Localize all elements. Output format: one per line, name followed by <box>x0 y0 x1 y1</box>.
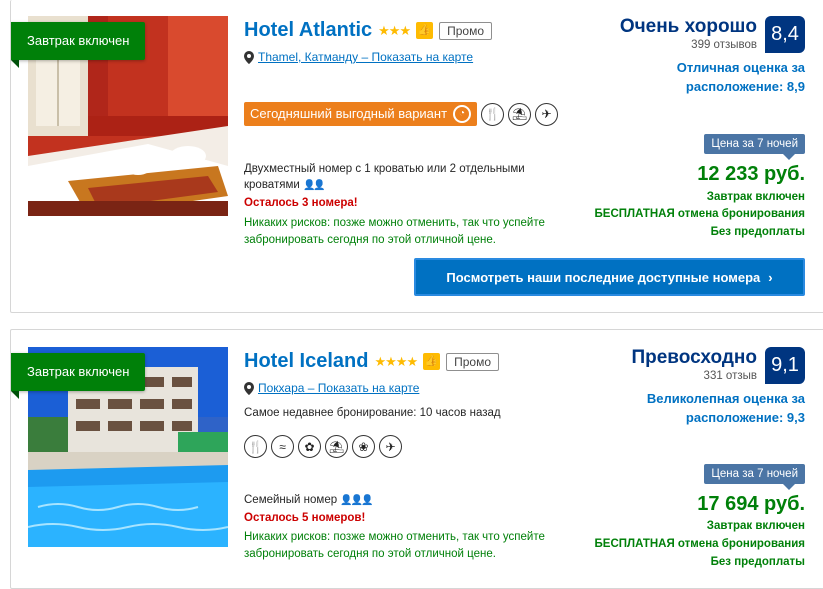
map-pin-icon <box>244 50 254 64</box>
perk-breakfast: Завтрак включен <box>706 520 805 532</box>
restaurant-icon: 🍴 <box>481 102 505 126</box>
spa-icon: ✿ <box>298 435 321 458</box>
hotel-card-iceland: Завтрак включен Hotel Iceland ★★★★ 👍 Про… <box>10 329 823 589</box>
thumbs-up-icon: 👍 <box>416 22 434 39</box>
review-score-block[interactable]: Очень хорошо 399 отзывов 8,4 <box>620 16 805 53</box>
review-count: 399 отзывов <box>691 39 757 51</box>
room-description: Двухместный номер с 1 кроватью или 2 отд… <box>244 161 564 194</box>
room-description: Семейный номер 👤👤👤 <box>244 492 564 509</box>
score-word: Очень хорошо <box>619 16 757 37</box>
room-desc-text: Двухместный номер с 1 кроватью или 2 отд… <box>244 163 525 191</box>
todays-deal-badge[interactable]: Сегодняшний выгодный вариант ◔ <box>244 102 478 126</box>
score-badge: 9,1 <box>765 347 805 384</box>
hotel-card-atlantic: Завтрак включен Hotel Atlantic ★★★ 👍 Про… <box>10 0 823 313</box>
score-text: Превосходно 331 отзыв <box>631 347 757 383</box>
no-risk-note: Никаких рисков: позже можно отменить, та… <box>244 531 545 560</box>
promo-badge[interactable]: Промо <box>446 352 500 371</box>
score-word: Превосходно <box>631 347 757 368</box>
no-risk-note: Никаких рисков: позже можно отменить, та… <box>244 217 545 246</box>
price: 12 233 руб. <box>697 163 805 185</box>
three-people-icon: 👤👤👤 <box>340 495 373 506</box>
review-count: 331 отзыв <box>703 370 757 382</box>
rooms-left: Осталось 3 номера! <box>244 197 358 209</box>
room-desc-text: Семейный номер <box>244 494 338 506</box>
price: 17 694 руб. <box>697 493 805 515</box>
shuttle-icon: ✈ <box>535 102 559 126</box>
rooms-left: Осталось 5 номеров! <box>244 512 366 524</box>
see-availability-button[interactable]: Посмотреть наши последние доступные номе… <box>414 258 805 296</box>
two-people-icon: 👤👤 <box>302 180 326 191</box>
pool-icon: ≈ <box>271 435 294 458</box>
thumbs-up-icon: 👍 <box>423 353 441 370</box>
perk-no-prepay: Без предоплаты <box>710 226 805 238</box>
cta-label: Посмотреть наши последние доступные номе… <box>446 269 761 285</box>
price-period-tag: Цена за 7 ночей <box>704 134 805 160</box>
latest-booking: Самое недавнее бронирование: 10 часов на… <box>244 407 501 419</box>
title-row: Hotel Atlantic ★★★ 👍 Промо <box>244 19 493 42</box>
star-rating: ★★★★ <box>374 353 418 369</box>
title-row: Hotel Iceland ★★★★ 👍 Промо <box>244 350 500 373</box>
show-on-map-link[interactable]: Покхара – Показать на карте <box>258 381 419 395</box>
score-text: Очень хорошо 399 отзывов <box>620 16 757 52</box>
deal-info-icon: ◔ <box>453 105 472 123</box>
garden-icon: ❀ <box>352 435 375 458</box>
deal-row: Сегодняшний выгодный вариант ◔ 🍴 ⛱ ✈ <box>244 102 559 126</box>
hotel-name-link[interactable]: Hotel Atlantic <box>244 19 372 42</box>
perk-breakfast: Завтрак включен <box>706 191 805 203</box>
hotel-name-link[interactable]: Hotel Iceland <box>244 350 368 373</box>
location-row: Thamel, Катманду – Показать на карте <box>244 50 473 64</box>
shuttle-icon: ✈ <box>379 435 402 458</box>
perk-no-prepay: Без предоплаты <box>710 556 805 568</box>
deal-badge-label: Сегодняшний выгодный вариант <box>250 106 448 121</box>
price-period-tag: Цена за 7 ночей <box>704 464 805 490</box>
breakfast-ribbon: Завтрак включен <box>11 22 146 68</box>
score-badge: 8,4 <box>765 16 805 53</box>
star-rating: ★★★ <box>378 22 411 38</box>
promo-badge[interactable]: Промо <box>439 21 493 40</box>
location-row: Покхара – Показать на карте <box>244 381 419 395</box>
breakfast-ribbon: Завтрак включен <box>11 353 146 399</box>
perk-free-cancel: БЕСПЛАТНАЯ отмена бронирования <box>594 538 805 550</box>
restaurant-icon: 🍴 <box>244 435 267 458</box>
facility-row: 🍴 ≈ ✿ ⛱ ❀ ✈ <box>244 435 402 458</box>
map-pin-icon <box>244 381 254 395</box>
location-score: Отличная оценка за расположение: 8,9 <box>676 60 805 94</box>
beach-umbrella-icon: ⛱ <box>508 102 532 126</box>
review-score-block[interactable]: Превосходно 331 отзыв 9,1 <box>631 347 805 384</box>
location-score: Великолепная оценка за расположение: 9,3 <box>646 391 805 425</box>
perk-free-cancel: БЕСПЛАТНАЯ отмена бронирования <box>594 208 805 220</box>
beach-umbrella-icon: ⛱ <box>325 435 348 458</box>
chevron-right-icon: › <box>768 269 773 285</box>
show-on-map-link[interactable]: Thamel, Катманду – Показать на карте <box>258 50 473 64</box>
